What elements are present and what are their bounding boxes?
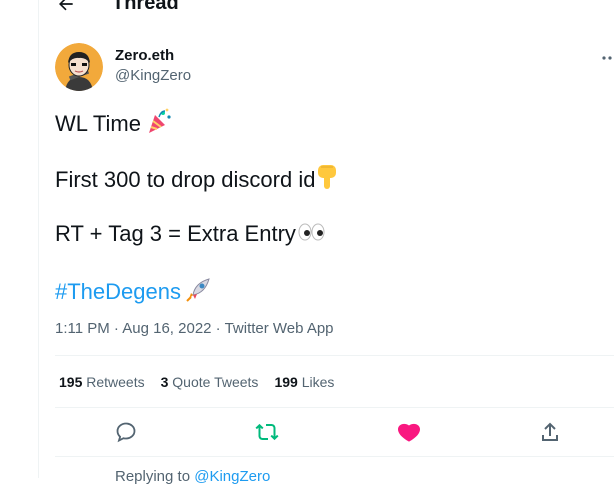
tweet-source[interactable]: Twitter Web App xyxy=(225,320,334,337)
tweet-text-line-2: First 300 to drop discord id xyxy=(55,163,341,194)
quote-tweets-label: Quote Tweets xyxy=(172,374,259,390)
author-name[interactable]: Zero.eth xyxy=(115,47,174,64)
tweet-date[interactable]: Aug 16, 2022 xyxy=(122,320,211,337)
more-options-icon[interactable] xyxy=(600,48,614,68)
meta-separator: · xyxy=(109,320,123,337)
mention-link[interactable]: @KingZero xyxy=(194,468,270,485)
tweet-text-line-1: WL Time xyxy=(55,107,173,138)
column-border xyxy=(38,0,39,478)
tweet-stats: 195 Retweets 3 Quote Tweets 199 Likes xyxy=(59,374,350,390)
divider xyxy=(55,407,614,408)
retweet-icon[interactable] xyxy=(255,420,279,444)
tweet-text-line-4: #TheDegens xyxy=(55,275,213,306)
divider xyxy=(55,456,614,457)
replying-to: Replying to @KingZero xyxy=(115,468,270,485)
tweet-text: First 300 to drop discord id xyxy=(55,167,316,192)
thread-header: Thread xyxy=(38,0,614,16)
retweets-count: 195 xyxy=(59,374,83,390)
likes-count: 199 xyxy=(274,374,298,390)
tweet-meta: 1:11 PM · Aug 16, 2022 · Twitter Web App xyxy=(55,320,334,337)
page-title: Thread xyxy=(112,0,179,14)
avatar[interactable] xyxy=(55,43,103,91)
likes-label: Likes xyxy=(301,374,335,390)
author-handle[interactable]: @KingZero xyxy=(115,67,191,84)
quote-tweets-count: 3 xyxy=(160,374,169,390)
tweet-text: RT + Tag 3 = Extra Entry xyxy=(55,221,296,246)
quote-tweets-stat[interactable]: 3 Quote Tweets xyxy=(161,374,259,390)
hashtag-link[interactable]: #TheDegens xyxy=(55,279,181,304)
arrow-left-icon[interactable] xyxy=(56,0,76,14)
tweet-text-line-3: RT + Tag 3 = Extra Entry xyxy=(55,219,326,248)
rocket-icon xyxy=(186,278,210,302)
retweets-label: Retweets xyxy=(86,374,145,390)
pointing-down-icon xyxy=(318,165,337,189)
share-icon[interactable] xyxy=(538,420,562,444)
tweet-text: WL Time xyxy=(55,111,141,136)
party-popper-icon xyxy=(148,108,171,133)
meta-separator: · xyxy=(211,320,225,337)
heart-icon[interactable] xyxy=(397,420,421,444)
tweet-time[interactable]: 1:11 PM xyxy=(55,320,110,337)
divider xyxy=(55,355,614,356)
reply-icon[interactable] xyxy=(114,420,138,444)
eyes-icon xyxy=(298,223,325,241)
retweets-stat[interactable]: 195 Retweets xyxy=(59,374,145,390)
likes-stat[interactable]: 199 Likes xyxy=(274,374,334,390)
replying-to-prefix: Replying to xyxy=(115,468,195,485)
